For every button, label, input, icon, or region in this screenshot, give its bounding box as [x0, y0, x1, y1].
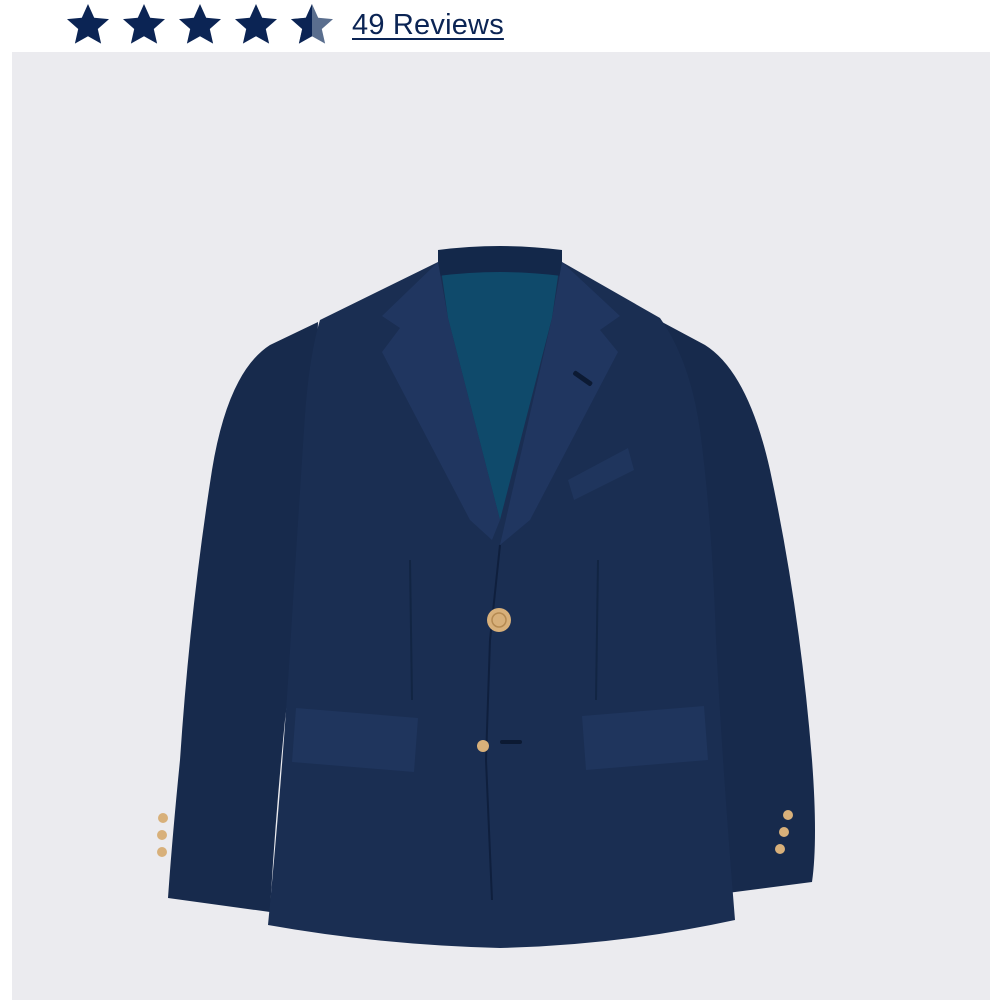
- star-icon: [67, 4, 109, 44]
- half-star-icon: [291, 4, 333, 44]
- star-icon: [235, 4, 277, 44]
- star-icon: [179, 4, 221, 44]
- rating-bar: 49 Reviews: [62, 0, 504, 50]
- star-rating: [62, 1, 338, 49]
- product-image[interactable]: [12, 52, 990, 1000]
- reviews-link[interactable]: 49 Reviews: [352, 9, 504, 42]
- star-icon: [123, 4, 165, 44]
- navy-blazer-image: [12, 52, 990, 1000]
